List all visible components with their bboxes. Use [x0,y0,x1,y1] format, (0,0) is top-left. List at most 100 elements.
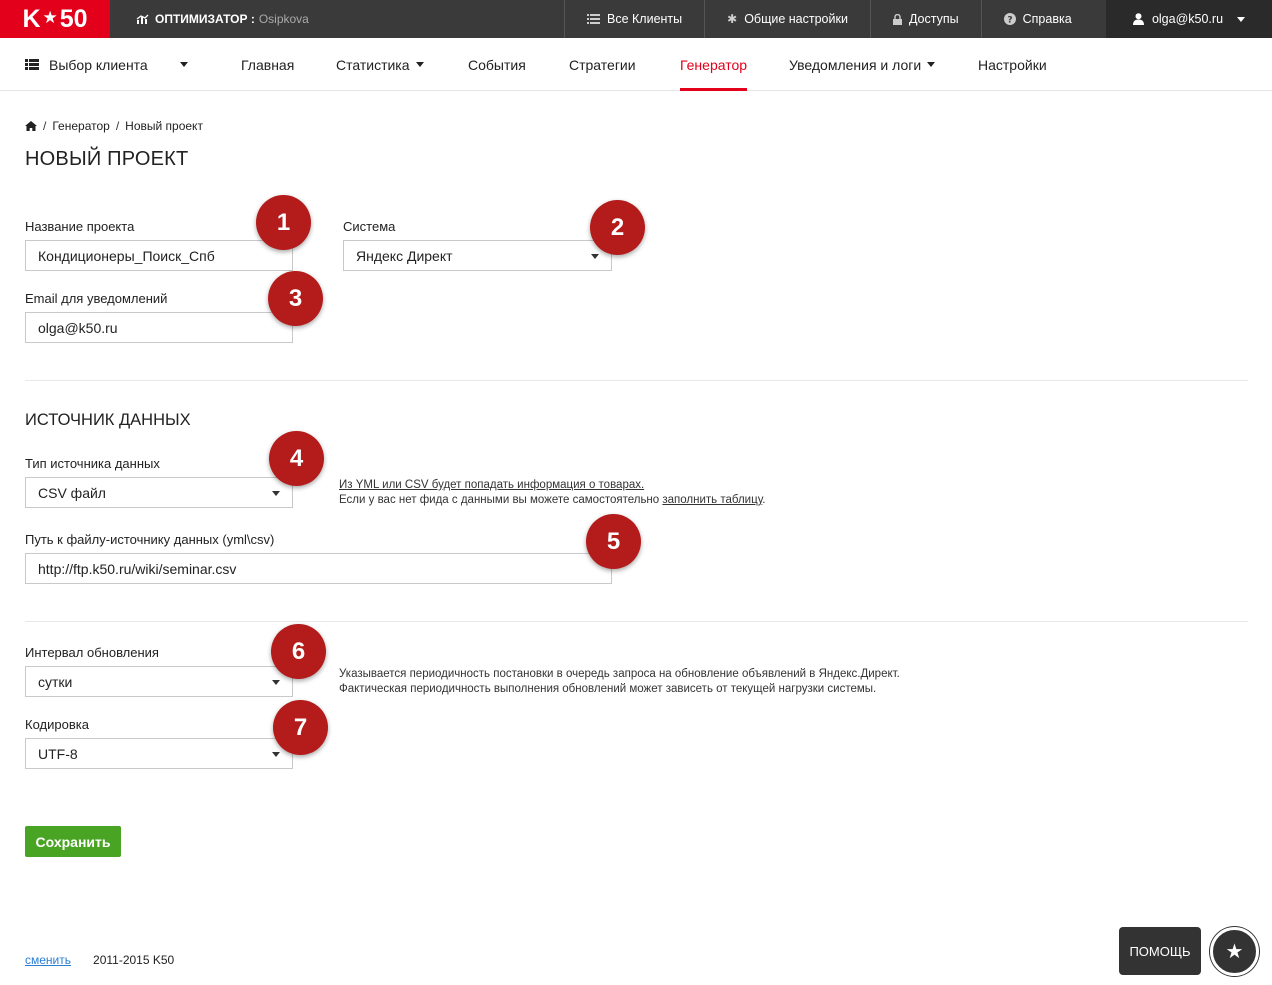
nav-help-label: Справка [1022,12,1072,26]
badge-2: 2 [590,200,645,255]
gear-icon: ✱ [727,12,738,26]
encoding-select[interactable]: UTF-8 [25,738,293,769]
breadcrumb: / Генератор / Новый проект [25,119,203,133]
list-icon [587,14,600,24]
logo-k: K [22,4,41,33]
divider [25,380,1248,381]
source-path-value: http://ftp.k50.ru/wiki/seminar.csv [38,560,237,577]
fill-table-link[interactable]: заполнить таблицу [662,494,762,506]
dropdown-arrow-icon [272,752,280,757]
k50-logo[interactable]: K ★ 50 [0,0,110,38]
interval-label: Интервал обновления [25,645,159,660]
nav-settings[interactable]: Настройки [978,38,1047,91]
nav-access[interactable]: Доступы [871,0,982,38]
nav-main-label: Главная [241,56,295,73]
nav-generator[interactable]: Генератор [680,38,748,91]
nav-main[interactable]: Главная [241,38,294,91]
dropdown-arrow-icon [591,254,599,259]
email-field[interactable]: olga@k50.ru [25,312,293,343]
source-path-input[interactable]: http://ftp.k50.ru/wiki/seminar.csv [25,553,612,584]
source-type-value: CSV файл [38,484,106,501]
chevron-down-icon [927,62,936,67]
badge-4: 4 [269,431,324,486]
nav-all-clients-label: Все Клиенты [607,12,683,26]
source-path-label: Путь к файлу-источнику данных (yml\csv) [25,532,275,547]
divider [25,621,1248,622]
badge-7: 7 [273,700,328,755]
source-help-line2: Если у вас нет фида с данными вы можете … [339,493,766,508]
breadcrumb-new-project: Новый проект [125,119,203,133]
optimizer-label: ОПТИМИЗАТОР : [155,12,255,26]
system-select[interactable]: Яндекс Директ [343,240,612,271]
nav-access-label: Доступы [908,12,959,26]
breadcrumb-generator[interactable]: Генератор [52,119,109,133]
project-name-value: Кондиционеры_Поиск_Спб [38,247,215,264]
badge-1: 1 [256,195,311,250]
source-type-select[interactable]: CSV файл [25,477,293,508]
user-email: olga@k50.ru [1151,12,1224,26]
help-widget-button[interactable]: ПОМОЩЬ [1119,927,1201,975]
logo-star: ★ [42,8,58,27]
top-bar: K ★ 50 ОПТИМИЗАТОР : Osipkova Все Клиент… [0,0,1272,38]
nav-events[interactable]: События [468,38,526,91]
page-title: НОВЫЙ ПРОЕКТ [25,148,189,170]
nav-all-clients[interactable]: Все Клиенты [565,0,706,38]
interval-help: Указывается периодичность постановки в о… [339,667,900,697]
chart-icon [136,14,149,24]
nav-strategies-label: Стратегии [569,56,636,73]
project-name-label: Название проекта [25,219,135,234]
dropdown-arrow-icon [272,680,280,685]
source-help: Из YML или CSV будет попадать информация… [339,478,766,508]
interval-help-line2: Фактическая периодичность выполнения обн… [339,683,877,695]
switch-link[interactable]: сменить [25,953,71,967]
list-icon [25,59,39,70]
save-button[interactable]: Сохранить [25,826,121,857]
nav-settings-label: Настройки [978,56,1047,73]
badge-6: 6 [271,624,326,679]
interval-value: сутки [38,673,73,690]
client-select[interactable]: Выбор клиента [25,38,188,91]
email-value: olga@k50.ru [38,319,118,336]
source-type-label: Тип источника данных [25,456,160,471]
system-label: Система [343,219,396,234]
question-icon: ? [1003,13,1016,26]
email-label: Email для уведомлений [25,291,168,306]
chevron-down-icon [1237,16,1246,22]
data-source-title: ИСТОЧНИК ДАННЫХ [25,411,191,429]
svg-text:?: ? [1007,16,1012,26]
nav-notifications-label: Уведомления и логи [789,56,922,73]
star-icon[interactable]: ★ [1210,927,1259,976]
source-help-prefix: Если у вас нет фида с данными вы можете … [339,494,663,506]
nav-notifications[interactable]: Уведомления и логи [789,38,936,91]
optimizer-info: ОПТИМИЗАТОР : Osipkova [110,0,565,38]
system-value: Яндекс Директ [356,247,453,264]
dropdown-arrow-icon [272,491,280,496]
nav-strategies[interactable]: Стратегии [569,38,636,91]
badge-3: 3 [268,271,323,326]
optimizer-value: Osipkova [258,12,309,26]
badge-5: 5 [586,514,641,569]
nav-statistics-label: Статистика [336,56,410,73]
encoding-value: UTF-8 [38,745,78,762]
source-help-link[interactable]: Из YML или CSV будет попадать информация… [339,478,766,493]
encoding-label: Кодировка [25,717,89,732]
breadcrumb-separator: / [43,119,47,133]
chevron-down-icon [415,62,424,67]
interval-select[interactable]: сутки [25,666,293,697]
home-icon[interactable] [25,121,37,131]
lock-icon [892,13,902,25]
nav-events-label: События [468,56,526,73]
breadcrumb-separator: / [115,119,120,133]
copyright: 2011-2015 K50 [93,953,175,967]
secondary-nav: Выбор клиента Главная Статистика События… [0,38,1272,91]
nav-generator-label: Генератор [680,56,748,73]
client-select-label: Выбор клиента [49,56,148,73]
user-icon [1132,13,1144,25]
nav-general-settings[interactable]: ✱ Общие настройки [705,0,871,38]
chevron-down-icon [179,62,188,67]
footer: сменить 2011-2015 K50 [25,953,174,967]
nav-statistics[interactable]: Статистика [336,38,424,91]
project-name-input[interactable]: Кондиционеры_Поиск_Спб [25,240,293,271]
nav-help[interactable]: ? Справка [982,0,1094,38]
user-menu[interactable]: olga@k50.ru [1106,0,1272,38]
